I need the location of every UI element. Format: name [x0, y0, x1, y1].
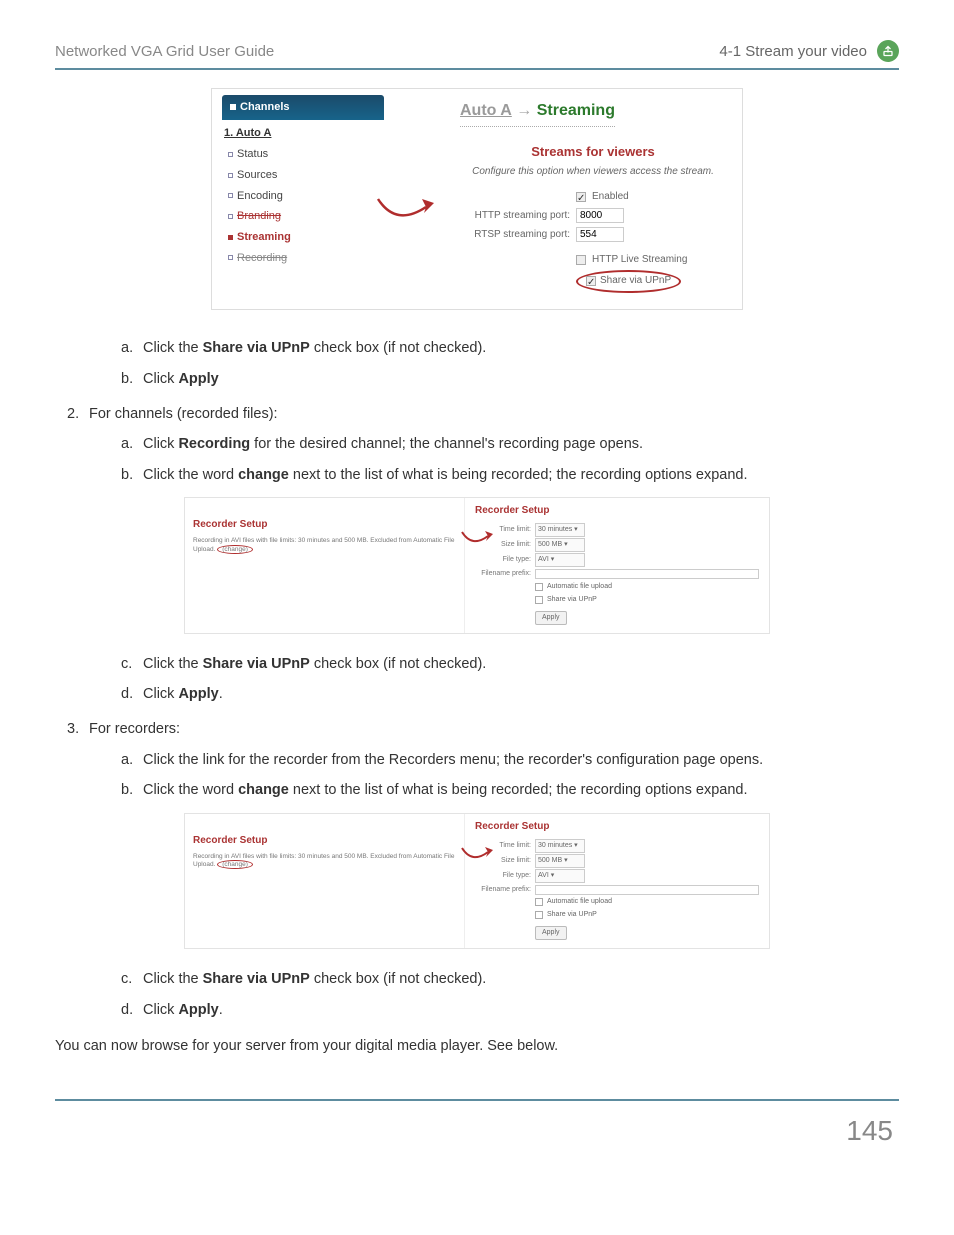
sidebar-item-sources[interactable]: Sources: [228, 165, 384, 186]
step-3c: Click the Share via UPnP check box (if n…: [143, 967, 899, 992]
rtsp-port-label: RTSP streaming port:: [460, 226, 570, 243]
change-link[interactable]: (change): [217, 545, 253, 554]
recorder-desc-2: Recording in AVI files with file limits:…: [193, 853, 458, 870]
sidebar-item-streaming[interactable]: Streaming: [228, 227, 384, 248]
guide-title: Networked VGA Grid User Guide: [55, 43, 274, 60]
share-upnp-label: Share via UPnP: [547, 594, 597, 606]
filename-prefix-input[interactable]: [535, 569, 759, 579]
apply-button-2[interactable]: Apply: [535, 926, 567, 940]
breadcrumb-channel[interactable]: Auto A: [460, 102, 512, 119]
hls-label: HTTP Live Streaming: [592, 251, 687, 268]
time-limit-select[interactable]: 30 minutes ▾: [535, 523, 585, 537]
streams-subheading: Streams for viewers: [460, 141, 726, 163]
channels-header: Channels: [222, 95, 384, 120]
curved-arrow-icon: [460, 842, 494, 866]
sidebar-item-encoding[interactable]: Encoding: [228, 186, 384, 207]
step-3a: Click the link for the recorder from the…: [143, 748, 899, 773]
curved-arrow-icon: [460, 526, 494, 550]
afu-checkbox[interactable]: [535, 583, 543, 591]
upnp-highlight: Share via UPnP: [576, 270, 681, 293]
step-2a: Click Recording for the desired channel;…: [143, 432, 899, 457]
channels-sidebar: Channels 1. Auto A Status Sources Encodi…: [214, 91, 384, 295]
file-type-select-2[interactable]: AVI ▾: [535, 869, 585, 883]
recorder-setup-title-left: Recorder Setup: [193, 516, 458, 533]
size-limit-select[interactable]: 500 MB ▾: [535, 538, 585, 552]
file-type-label: File type:: [475, 554, 531, 566]
recorder-setup-figure: Recorder Setup Recording in AVI files wi…: [184, 497, 770, 633]
streams-caption: Configure this option when viewers acces…: [460, 163, 726, 180]
upnp-checkbox[interactable]: [586, 276, 596, 286]
step-2d: Click Apply.: [143, 682, 899, 707]
recorder-setup-figure-2: Recorder Setup Recording in AVI files wi…: [184, 813, 770, 949]
section-title: 4-1 Stream your video: [719, 43, 867, 60]
recorder-setup-title-right: Recorder Setup: [475, 502, 759, 519]
http-port-label: HTTP streaming port:: [460, 207, 570, 224]
afu-label: Automatic file upload: [547, 581, 612, 593]
filename-prefix-label: Filename prefix:: [475, 568, 531, 580]
enabled-checkbox[interactable]: [576, 192, 586, 202]
page-header: Networked VGA Grid User Guide 4-1 Stream…: [55, 40, 899, 70]
footer-rule: [55, 1099, 899, 1101]
enabled-label: Enabled: [592, 188, 629, 205]
step-3: For recorders: Click the link for the re…: [89, 717, 899, 803]
upnp-label: Share via UPnP: [600, 272, 671, 289]
recorder-setup-title-right-2: Recorder Setup: [475, 818, 759, 835]
streaming-figure: Channels 1. Auto A Status Sources Encodi…: [211, 88, 743, 310]
step-2c: Click the Share via UPnP check box (if n…: [143, 652, 899, 677]
section-title-wrap: 4-1 Stream your video: [719, 40, 899, 62]
breadcrumb-current: Streaming: [537, 102, 615, 119]
http-port-input[interactable]: [576, 208, 624, 223]
recorder-desc: Recording in AVI files with file limits:…: [193, 537, 458, 554]
share-upnp-checkbox[interactable]: [535, 596, 543, 604]
rtsp-port-input[interactable]: [576, 227, 624, 242]
share-icon: [877, 40, 899, 62]
curved-arrow-icon: [376, 191, 436, 231]
step-1b: Click Apply: [143, 367, 899, 392]
closing-text: You can now browse for your server from …: [55, 1034, 899, 1059]
sidebar-item-status[interactable]: Status: [228, 144, 384, 165]
streaming-panel: Auto A → Streaming Streams for viewers C…: [394, 91, 732, 295]
step-2: For channels (recorded files): Click Rec…: [89, 402, 899, 488]
step-2b: Click the word change next to the list o…: [143, 463, 899, 488]
filename-prefix-input-2[interactable]: [535, 885, 759, 895]
sidebar-item-branding[interactable]: Branding: [228, 206, 384, 227]
hls-checkbox[interactable]: [576, 255, 586, 265]
afu-checkbox-2[interactable]: [535, 898, 543, 906]
size-limit-select-2[interactable]: 500 MB ▾: [535, 854, 585, 868]
breadcrumb: Auto A → Streaming: [460, 97, 615, 127]
change-link-2[interactable]: (change): [217, 860, 253, 869]
apply-button[interactable]: Apply: [535, 611, 567, 625]
file-type-select[interactable]: AVI ▾: [535, 553, 585, 567]
page-number: 145: [55, 1115, 899, 1147]
step-1a: Click the Share via UPnP check box (if n…: [143, 336, 899, 361]
share-upnp-checkbox-2[interactable]: [535, 911, 543, 919]
recorder-setup-title-left-2: Recorder Setup: [193, 832, 458, 849]
step-3d: Click Apply.: [143, 998, 899, 1023]
time-limit-select-2[interactable]: 30 minutes ▾: [535, 839, 585, 853]
channel-link[interactable]: 1. Auto A: [224, 124, 384, 143]
step-3b: Click the word change next to the list o…: [143, 778, 899, 803]
sidebar-item-recording[interactable]: Recording: [228, 248, 384, 269]
